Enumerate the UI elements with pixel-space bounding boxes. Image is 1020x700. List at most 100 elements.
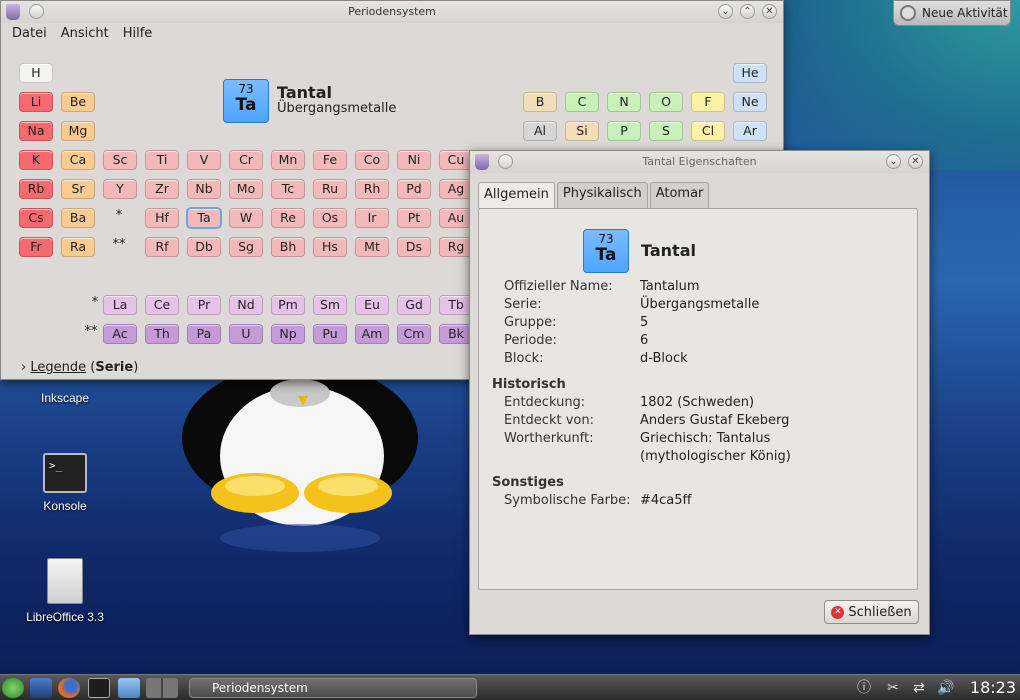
element-am[interactable]: Am [355,324,389,344]
element-nd[interactable]: Nd [229,295,263,315]
close-dialog-button[interactable]: ✕ Schließen [824,600,919,624]
element-w[interactable]: W [229,208,263,228]
menu-ansicht[interactable]: Ansicht [54,23,116,47]
element-p[interactable]: P [607,121,641,141]
desktop-icon-konsole[interactable]: >_ Konsole [20,453,110,513]
element-mn[interactable]: Mn [271,150,305,170]
element-na[interactable]: Na [19,121,53,141]
element-s[interactable]: S [649,121,683,141]
desktop-icon-libreoffice[interactable]: LibreOffice 3.3 [20,558,110,624]
element-h[interactable]: H [19,63,53,83]
element-ar[interactable]: Ar [733,121,767,141]
element-ag[interactable]: Ag [439,179,473,199]
element-mo[interactable]: Mo [229,179,263,199]
element-bh[interactable]: Bh [271,237,305,257]
element-th[interactable]: Th [145,324,179,344]
element-sr[interactable]: Sr [61,179,95,199]
element-re[interactable]: Re [271,208,305,228]
element-fe[interactable]: Fe [313,150,347,170]
element-np[interactable]: Np [271,324,305,344]
element-al[interactable]: Al [523,121,557,141]
element-he[interactable]: He [733,63,767,83]
element-cs[interactable]: Cs [19,208,53,228]
element-ce[interactable]: Ce [145,295,179,315]
element-ca[interactable]: Ca [61,150,95,170]
element-mg[interactable]: Mg [61,121,95,141]
close-button[interactable]: ✕ [908,154,923,169]
element-pr[interactable]: Pr [187,295,221,315]
element-o[interactable]: O [649,92,683,112]
element-tc[interactable]: Tc [271,179,305,199]
tab-atomar[interactable]: Atomar [649,182,710,208]
element-rh[interactable]: Rh [355,179,389,199]
element-pd[interactable]: Pd [397,179,431,199]
element-li[interactable]: Li [19,92,53,112]
element-zr[interactable]: Zr [145,179,179,199]
element-nb[interactable]: Nb [187,179,221,199]
element-sc[interactable]: Sc [103,150,137,170]
element-si[interactable]: Si [565,121,599,141]
element-pt[interactable]: Pt [397,208,431,228]
element-sm[interactable]: Sm [313,295,347,315]
dialog-titlebar[interactable]: Tantal Eigenschaften ⌄ ✕ [470,151,929,173]
element-f[interactable]: F [691,92,725,112]
element-tb[interactable]: Tb [439,295,473,315]
taskbar-item-periodensystem[interactable]: Periodensystem [189,678,477,698]
element-fr[interactable]: Fr [19,237,53,257]
element-os[interactable]: Os [313,208,347,228]
window-menu-button[interactable] [29,4,44,19]
element-cl[interactable]: Cl [691,121,725,141]
element-gd[interactable]: Gd [397,295,431,315]
desktop-icon-inkscape[interactable]: Inkscape [20,391,110,405]
kickoff-menu-icon[interactable] [2,678,24,698]
element-n[interactable]: N [607,92,641,112]
element-ir[interactable]: Ir [355,208,389,228]
menu-datei[interactable]: Datei [5,23,54,47]
element-sg[interactable]: Sg [229,237,263,257]
tab-allgemein[interactable]: Allgemein [478,182,555,208]
element-v[interactable]: V [187,150,221,170]
firefox-icon[interactable] [58,678,80,698]
element-b[interactable]: B [523,92,557,112]
file-manager-icon[interactable] [118,678,140,698]
element-cu[interactable]: Cu [439,150,473,170]
element-db[interactable]: Db [187,237,221,257]
element-cm[interactable]: Cm [397,324,431,344]
element-pm[interactable]: Pm [271,295,305,315]
tab-physikalisch[interactable]: Physikalisch [556,182,648,208]
klipper-icon[interactable]: ✂ [884,679,902,697]
legend-expander[interactable]: › Legende (Serie) [21,360,138,375]
element-hf[interactable]: Hf [145,208,179,228]
minimize-button[interactable]: ⌄ [886,154,901,169]
element-ru[interactable]: Ru [313,179,347,199]
volume-icon[interactable]: 🔊 [937,679,955,697]
element-ni[interactable]: Ni [397,150,431,170]
desktop-icon[interactable] [30,678,52,698]
element-ac[interactable]: Ac [103,324,137,344]
element-y[interactable]: Y [103,179,137,199]
element-pu[interactable]: Pu [313,324,347,344]
element-au[interactable]: Au [439,208,473,228]
element-pa[interactable]: Pa [187,324,221,344]
element-ra[interactable]: Ra [61,237,95,257]
element-ds[interactable]: Ds [397,237,431,257]
element-bk[interactable]: Bk [439,324,473,344]
notifications-icon[interactable]: ⓘ [855,679,873,697]
pager-icon[interactable] [146,678,178,698]
element-rg[interactable]: Rg [439,237,473,257]
element-be[interactable]: Be [61,92,95,112]
close-button[interactable]: ✕ [762,4,777,19]
clock[interactable]: 18:23 [970,678,1016,697]
element-rf[interactable]: Rf [145,237,179,257]
element-ta[interactable]: Ta [186,207,222,229]
menu-hilfe[interactable]: Hilfe [116,23,160,47]
element-hs[interactable]: Hs [313,237,347,257]
element-ne[interactable]: Ne [733,92,767,112]
element-c[interactable]: C [565,92,599,112]
maximize-button[interactable]: ⌃ [740,4,755,19]
element-mt[interactable]: Mt [355,237,389,257]
element-u[interactable]: U [229,324,263,344]
element-rb[interactable]: Rb [19,179,53,199]
element-ba[interactable]: Ba [61,208,95,228]
network-icon[interactable]: ⇄ [910,679,928,697]
